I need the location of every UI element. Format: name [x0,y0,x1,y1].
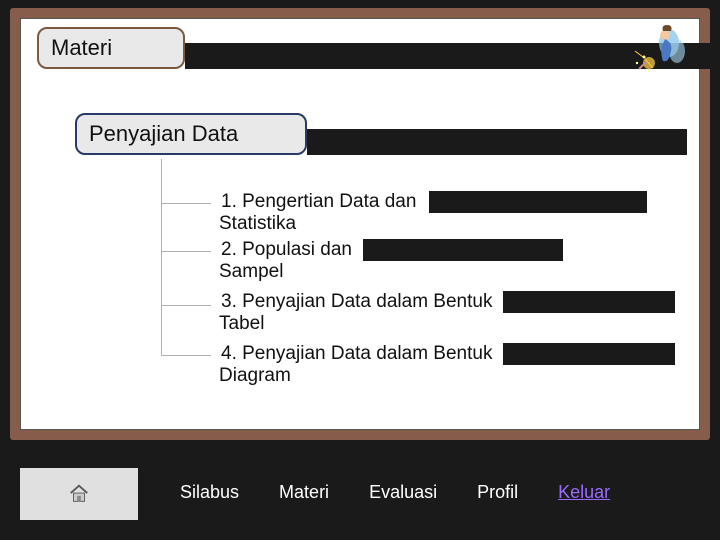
section-heading: Penyajian Data [75,113,307,155]
tree-branch-line [161,355,211,356]
list-item-line1: 2. Populasi dan [219,239,354,261]
list-item[interactable]: 4. Penyajian Data dalam Bentuk Diagram [219,343,679,387]
slide-canvas: Materi Penyajian Data 1. Pengertian Data… [20,18,700,430]
section-heading-text: Penyajian Data [89,121,238,147]
nav-silabus[interactable]: Silabus [180,482,239,510]
tree-branch-line [161,203,211,204]
list-item-line2: Tabel [219,313,679,335]
list-item-line1: 1. Pengertian Data dan [219,191,418,213]
page-title-text: Materi [51,35,112,61]
bottom-nav: Silabus Materi Evaluasi Profil Keluar [180,482,700,510]
list-item-line2: Statistika [219,213,659,235]
tree-trunk-line [161,159,162,355]
list-item[interactable]: 2. Populasi dan Sampel [219,239,659,283]
home-button[interactable] [20,468,138,520]
list-item-line2: Diagram [219,365,679,387]
outline-tree: 1. Pengertian Data dan Statistika 2. Pop… [161,159,681,405]
list-item-line2: Sampel [219,261,659,283]
tree-branch-line [161,251,211,252]
nav-materi[interactable]: Materi [279,482,329,510]
list-item[interactable]: 1. Pengertian Data dan Statistika [219,191,659,235]
nav-evaluasi[interactable]: Evaluasi [369,482,437,510]
list-item-line1: 3. Penyajian Data dalam Bentuk [219,291,494,313]
nav-profil[interactable]: Profil [477,482,518,510]
list-item[interactable]: 3. Penyajian Data dalam Bentuk Tabel [219,291,679,335]
list-item-line1: 4. Penyajian Data dalam Bentuk [219,343,494,365]
fairy-icon [629,21,691,83]
page-title: Materi [37,27,185,69]
nav-keluar[interactable]: Keluar [558,482,610,510]
heading-shadow [307,129,687,155]
slide-frame: Materi Penyajian Data 1. Pengertian Data… [10,8,710,440]
home-icon [68,483,90,505]
tree-branch-line [161,305,211,306]
